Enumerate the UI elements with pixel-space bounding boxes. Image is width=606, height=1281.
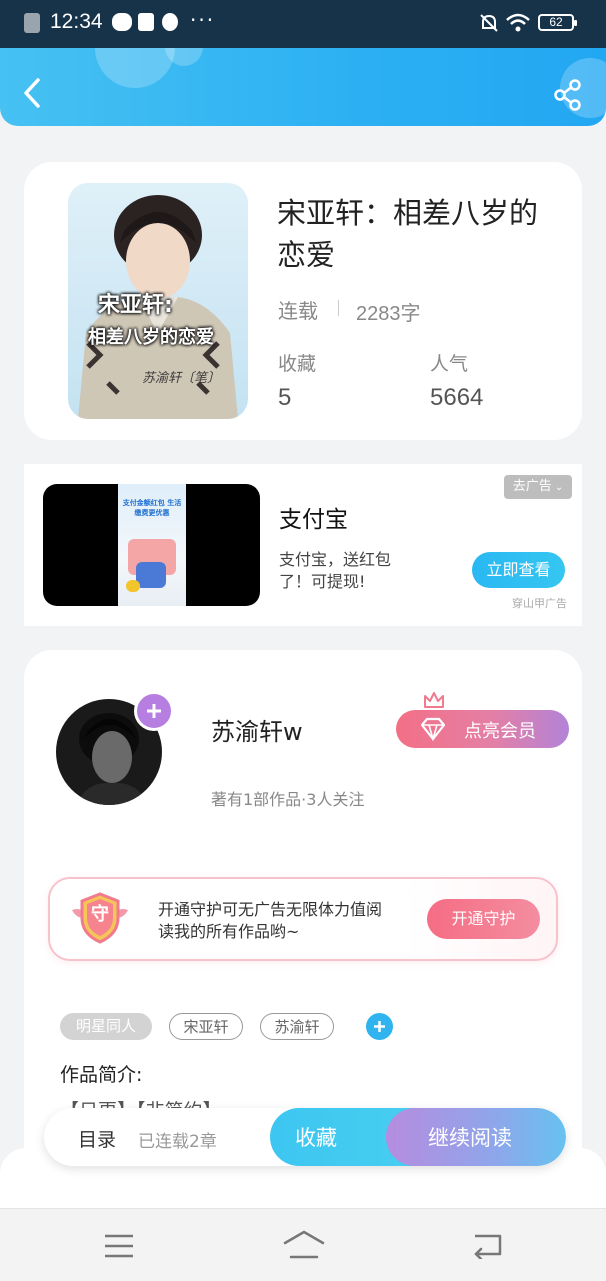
status-bar: 12:34 ··· 62	[0, 0, 606, 48]
ad-video[interactable]: 支付金额红包 生活缴费更优惠	[43, 484, 260, 606]
app-notification-icon	[112, 13, 132, 31]
meta-divider	[338, 300, 339, 316]
ad-description: 支付宝，送红包了！可提现!	[279, 550, 392, 591]
cover-title-line1: 宋亚轩:	[98, 293, 173, 318]
continue-reading-label: 继续阅读	[428, 1126, 512, 1150]
book-cover[interactable]: 宋亚轩: 相差八岁的恋爱 苏渝轩〔笔〕	[68, 183, 248, 419]
status-time: 12:34	[50, 10, 103, 33]
remove-ad-button[interactable]: 去广告 ⌄	[504, 475, 572, 499]
share-icon[interactable]	[553, 79, 583, 111]
tag-item[interactable]: 明星同人	[60, 1013, 152, 1040]
remove-ad-label: 去广告	[512, 479, 552, 494]
battery-indicator: 62	[538, 14, 577, 31]
vip-button-label: 点亮会员	[464, 721, 536, 742]
cover-author: 苏渝轩〔笔〕	[142, 371, 221, 386]
plus-icon	[374, 1021, 385, 1032]
open-guard-button[interactable]: 开通守护	[427, 899, 540, 939]
more-notifications-icon: ···	[190, 8, 216, 32]
back-nav-icon[interactable]	[472, 1231, 504, 1259]
add-tag-button[interactable]	[366, 1013, 393, 1040]
ad-image-text: 支付金额红包 生活缴费更优惠	[122, 499, 182, 517]
book-status: 连载	[278, 299, 318, 323]
chapter-count: 已连载2章	[138, 1132, 217, 1152]
diamond-icon	[420, 717, 446, 741]
vip-button[interactable]: 点亮会员	[396, 710, 569, 748]
wifi-icon	[506, 13, 530, 32]
back-icon[interactable]	[20, 76, 46, 110]
menu-icon[interactable]	[104, 1233, 134, 1259]
ad-title: 支付宝	[279, 507, 348, 533]
app-notification-icon	[162, 13, 178, 31]
follow-plus-button[interactable]	[134, 691, 174, 731]
favorite-button-label: 收藏	[295, 1126, 337, 1150]
ad-source: 穿山甲广告	[512, 597, 567, 610]
guard-badge-text: 守	[91, 904, 109, 925]
sim-icon	[24, 13, 40, 33]
ad-cta-button[interactable]: 立即查看	[472, 552, 565, 588]
home-icon[interactable]	[283, 1229, 325, 1261]
popularity-label: 人气	[430, 353, 469, 375]
book-title: 宋亚轩：相差八岁的恋爱	[277, 196, 539, 272]
author-stats: 著有1部作品·3人关注	[211, 790, 365, 809]
plus-icon	[147, 704, 161, 718]
favorites-label: 收藏	[278, 353, 317, 375]
popularity-count: 5664	[430, 384, 484, 411]
ad-image: 支付金额红包 生活缴费更优惠	[118, 484, 186, 606]
mute-icon	[480, 14, 498, 32]
author-name[interactable]: 苏渝轩w	[211, 712, 303, 747]
word-count: 2283字	[356, 303, 421, 325]
crown-icon	[424, 692, 444, 708]
tag-item[interactable]: 苏渝轩	[260, 1013, 334, 1040]
guard-text: 开通守护可无广告无限体力值阅读我的所有作品哟~	[158, 900, 383, 941]
mail-notification-icon	[138, 13, 154, 31]
cover-title-line2: 相差八岁的恋爱	[88, 327, 214, 348]
toc-button[interactable]: 目录	[78, 1125, 116, 1152]
tag-item[interactable]: 宋亚轩	[169, 1013, 243, 1040]
favorites-count: 5	[278, 384, 292, 411]
intro-label: 作品简介:	[60, 1064, 143, 1086]
chevron-down-icon: ⌄	[551, 482, 564, 493]
header-bar	[0, 48, 606, 126]
continue-reading-button[interactable]: 继续阅读	[386, 1108, 566, 1166]
system-nav-bar	[0, 1208, 606, 1281]
bottom-action-bar: 目录 已连载2章 收藏 继续阅读	[44, 1108, 566, 1166]
